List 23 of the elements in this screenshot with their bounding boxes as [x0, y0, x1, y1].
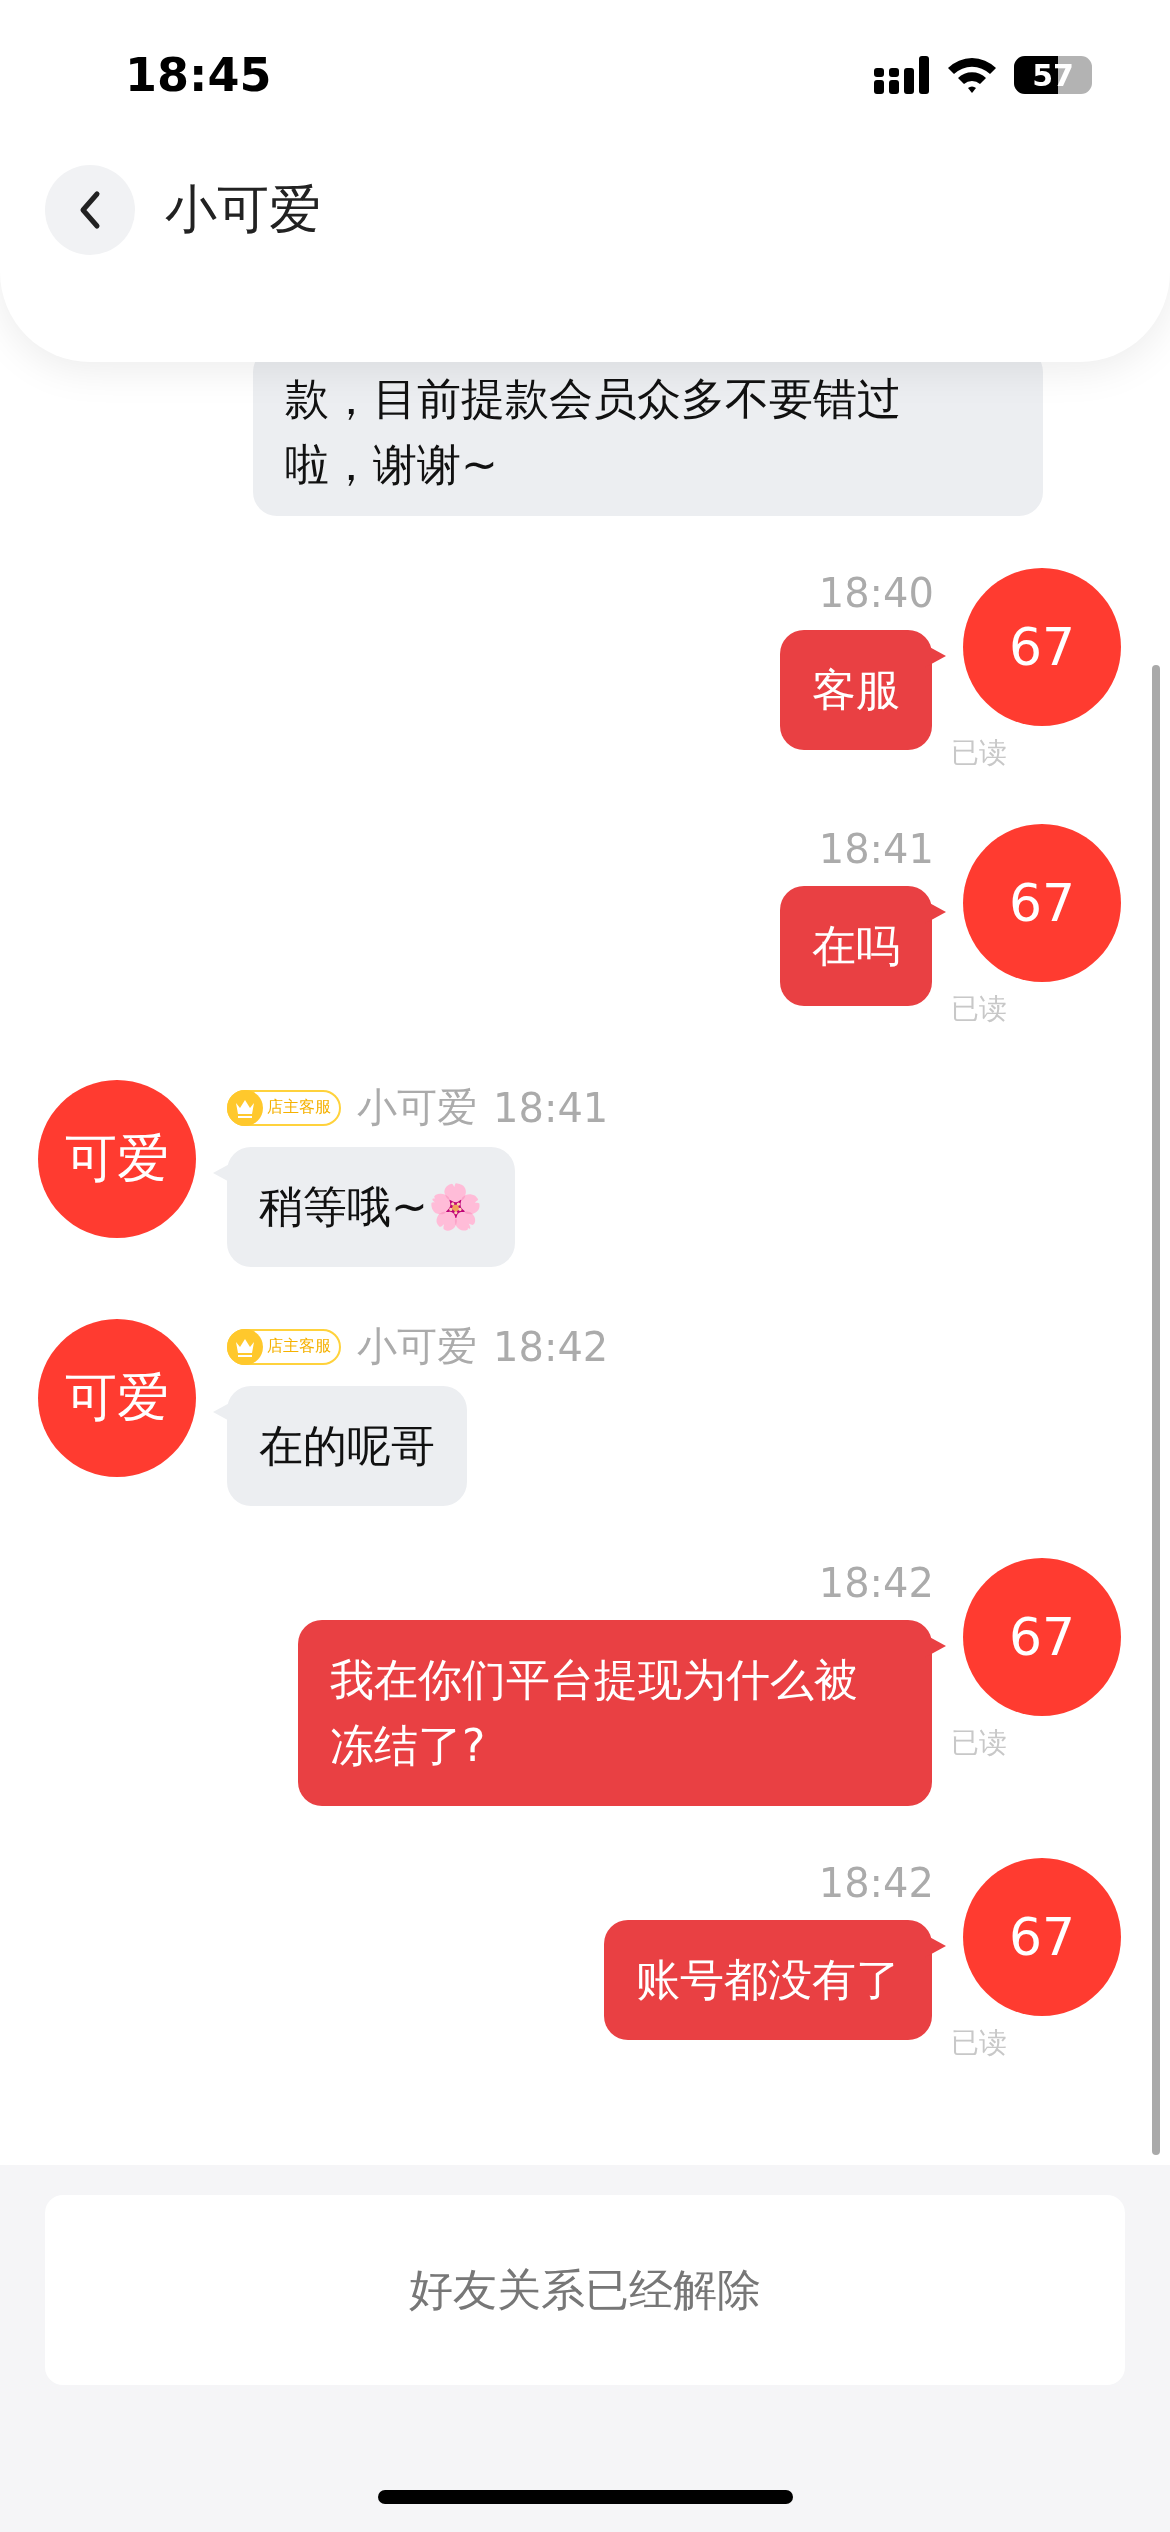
shop-owner-badge: 店主客服: [227, 1328, 341, 1365]
home-indicator[interactable]: [378, 2490, 793, 2504]
message-time: 18:40: [818, 569, 934, 618]
message-time: 18:41: [493, 1084, 609, 1131]
message-time: 18:42: [818, 1559, 934, 1608]
signal-icon: [874, 56, 930, 94]
notice-banner: 好友关系已经解除: [45, 2195, 1125, 2385]
user-avatar[interactable]: 67: [963, 568, 1121, 726]
user-avatar[interactable]: 67: [963, 1558, 1121, 1716]
message-time: 18:41: [818, 825, 934, 874]
sender-name: 小可爱: [357, 1083, 477, 1132]
user-avatar[interactable]: 67: [963, 1858, 1121, 2016]
message-time: 18:42: [818, 1859, 934, 1908]
message-time: 18:42: [493, 1323, 609, 1370]
status-time: 18:45: [125, 48, 272, 102]
contact-avatar[interactable]: 可爱: [38, 1319, 196, 1477]
user-avatar[interactable]: 67: [963, 824, 1121, 982]
contact-avatar[interactable]: 可爱: [38, 1080, 196, 1238]
wifi-icon: [946, 56, 998, 94]
chat-title: 小可爱: [165, 178, 321, 241]
sender-name: 小可爱: [357, 1322, 477, 1371]
scroll-bar[interactable]: [1152, 665, 1160, 2155]
shop-owner-badge: 店主客服: [227, 1089, 341, 1126]
